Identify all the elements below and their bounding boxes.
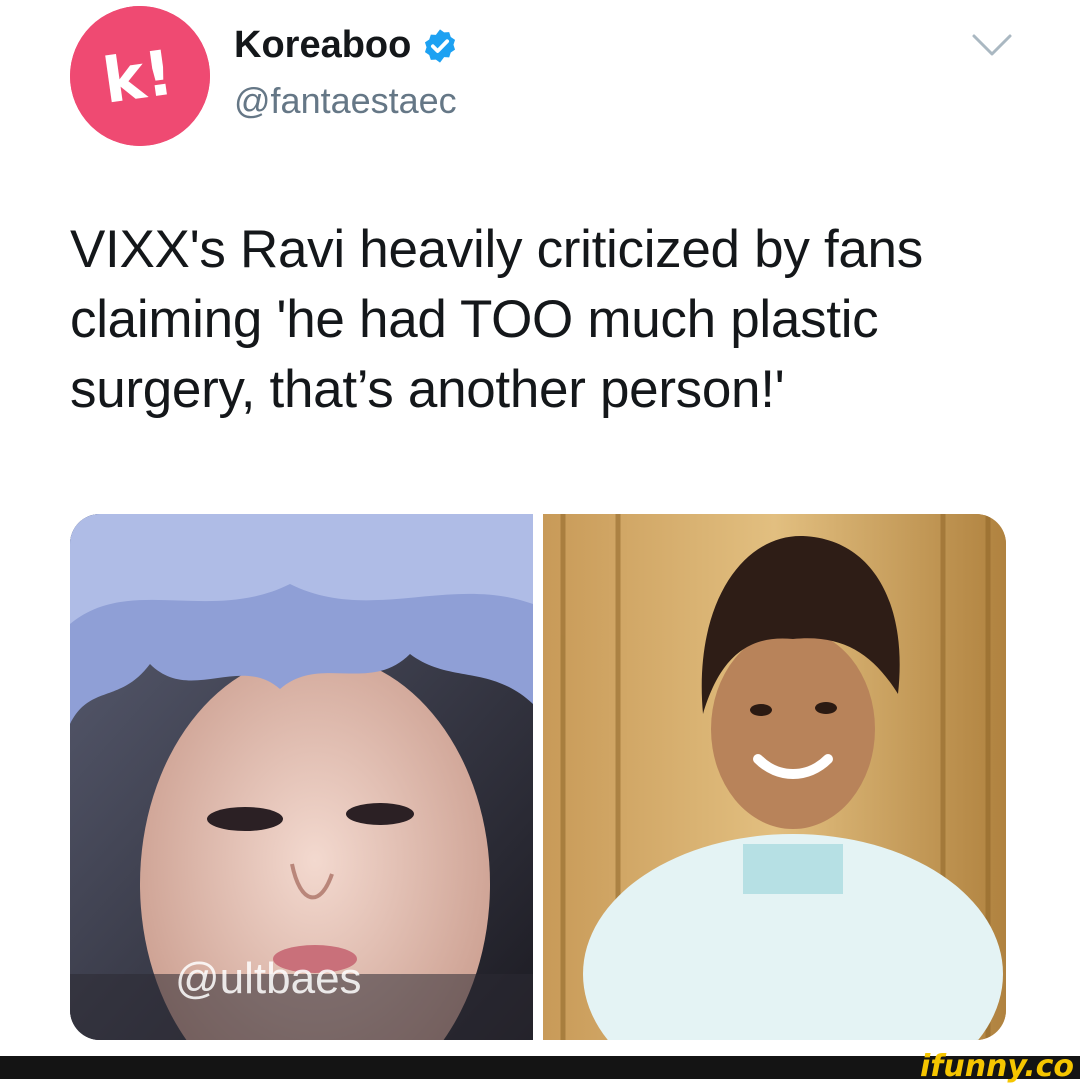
tweet-text: VIXX's Ravi heavily criticized by fans c…	[70, 220, 923, 419]
person-photo-right	[543, 514, 1006, 1040]
media-grid: @ultbaes	[70, 514, 1006, 1040]
avatar-text: k!	[99, 36, 178, 118]
chevron-down-icon[interactable]	[970, 30, 1014, 60]
photo-right[interactable]	[543, 514, 1006, 1040]
footer-bar	[0, 1056, 1080, 1079]
verified-badge-icon	[425, 28, 456, 63]
photo-left[interactable]: @ultbaes	[70, 514, 533, 1040]
display-name[interactable]: Koreaboo	[234, 24, 411, 67]
handle[interactable]: @fantaestaec	[234, 80, 457, 122]
display-name-row[interactable]: Koreaboo	[234, 24, 459, 67]
koreaboo-logo-icon: k!	[70, 6, 210, 146]
avatar[interactable]: k!	[70, 6, 210, 146]
ifunny-watermark: ifunny.co	[920, 1049, 1074, 1084]
photo-watermark: @ultbaes	[175, 954, 362, 1003]
